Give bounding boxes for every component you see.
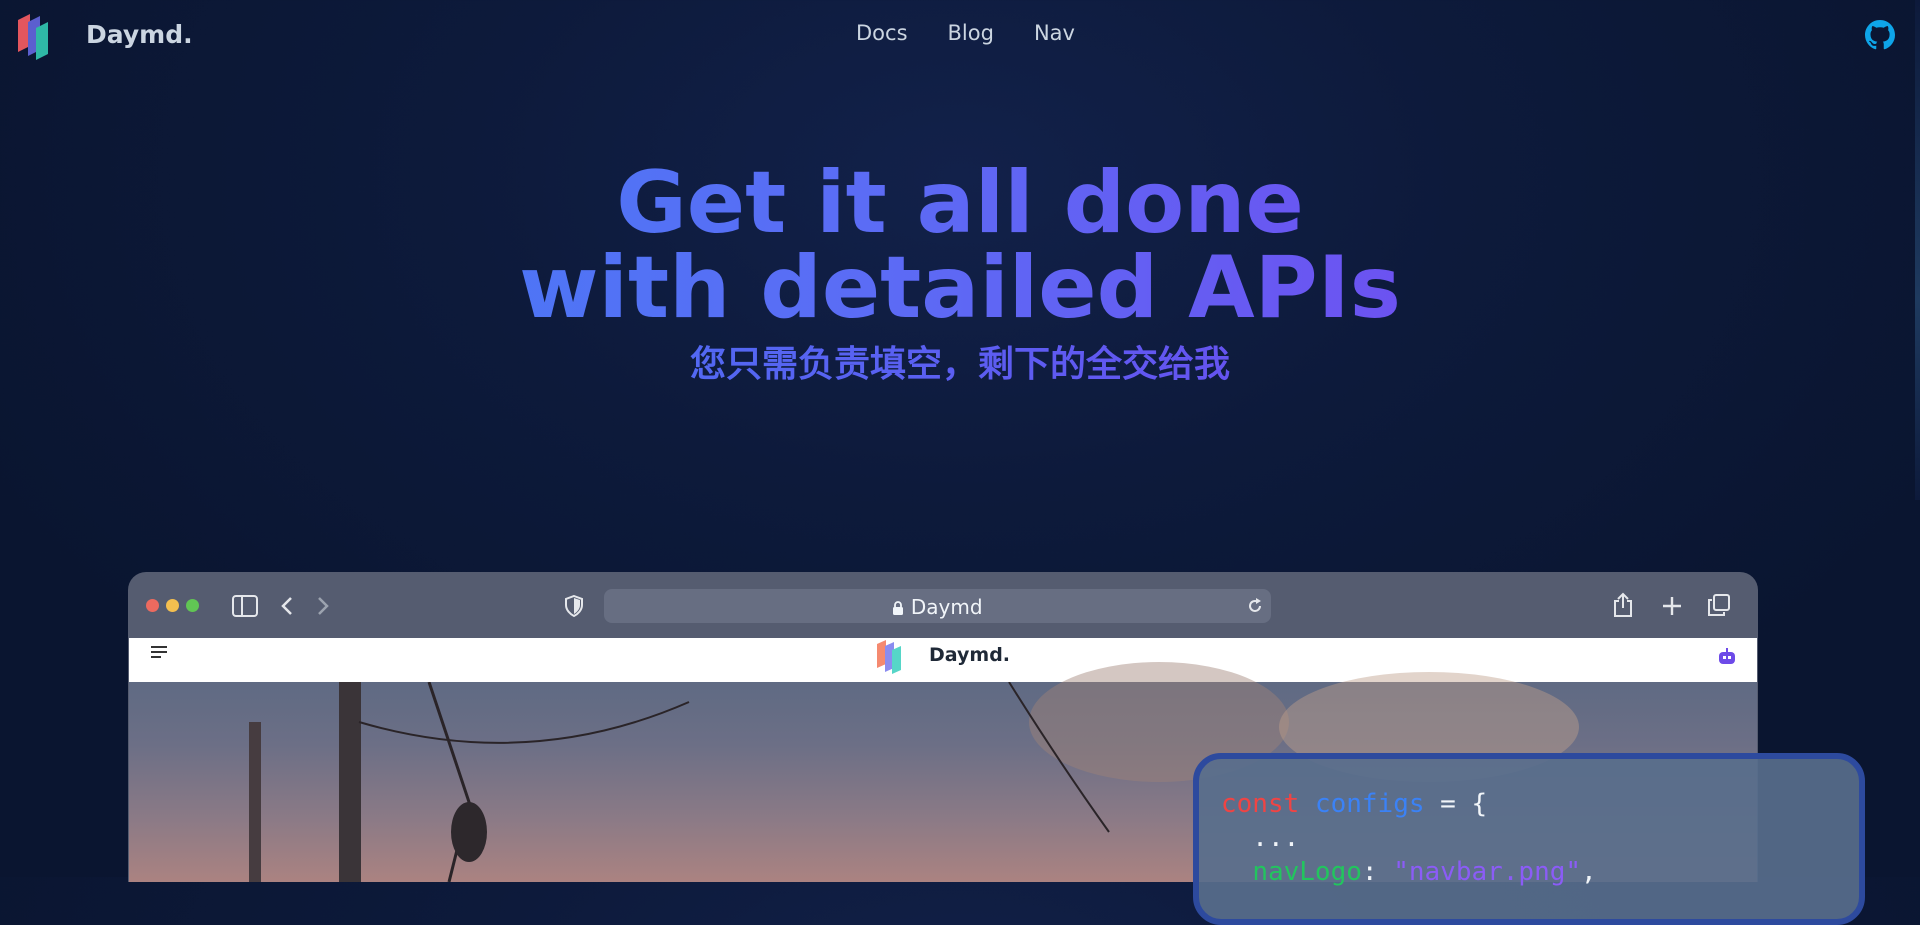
github-icon[interactable]	[1865, 20, 1895, 50]
hero-subtitle: 您只需负责填空，剩下的全交给我	[0, 335, 1920, 387]
nav-links: Docs Blog Nav	[856, 21, 1075, 45]
brand-name[interactable]: Daymd.	[86, 20, 193, 49]
minimize-dot-icon	[166, 599, 179, 612]
nav-item-nav[interactable]: Nav	[1034, 21, 1075, 45]
shield-icon[interactable]	[564, 595, 584, 617]
code-text: = {	[1424, 789, 1488, 819]
share-icon[interactable]	[1612, 592, 1634, 618]
chevron-left-icon[interactable]	[280, 596, 294, 616]
code-string: "navbar.png"	[1393, 857, 1582, 887]
nav-item-docs[interactable]: Docs	[856, 21, 908, 45]
inner-brand-name[interactable]: Daymd.	[929, 644, 1010, 666]
bot-icon[interactable]	[1717, 648, 1737, 666]
code-variable: configs	[1314, 789, 1425, 819]
maximize-dot-icon	[186, 599, 199, 612]
lock-icon	[893, 601, 904, 615]
code-keyword: const	[1221, 789, 1300, 819]
code-text: ,	[1581, 857, 1597, 887]
chevron-right-icon[interactable]	[316, 596, 330, 616]
address-bar[interactable]: Daymd	[604, 589, 1271, 623]
close-dot-icon	[146, 599, 159, 612]
address-bar-url: Daymd	[910, 595, 983, 619]
code-text: :	[1361, 857, 1394, 887]
hero-title-line2: with detailed APIs	[0, 245, 1920, 331]
hero-title-line1: Get it all done	[0, 160, 1920, 246]
new-tab-plus-icon[interactable]	[1662, 596, 1682, 616]
tabs-overview-icon[interactable]	[1708, 594, 1730, 616]
inner-logo-icon[interactable]	[877, 638, 909, 674]
nav-item-blog[interactable]: Blog	[948, 21, 994, 45]
menu-icon[interactable]	[151, 646, 167, 658]
sidebar-toggle-icon[interactable]	[232, 595, 258, 617]
address-bar-text: Daymd	[604, 595, 1271, 619]
code-property: navLogo	[1252, 857, 1362, 887]
top-navbar: Daymd. Docs Blog Nav	[0, 0, 1920, 70]
code-block: const configs = { ... navLogo: "navbar.p…	[1221, 787, 1597, 889]
daymd-logo-icon[interactable]	[18, 10, 58, 60]
inner-site-navbar: Daymd.	[129, 638, 1757, 682]
code-text: ...	[1221, 823, 1300, 853]
reload-icon[interactable]	[1247, 598, 1263, 614]
code-snippet-card: const configs = { ... navLogo: "navbar.p…	[1193, 753, 1865, 925]
